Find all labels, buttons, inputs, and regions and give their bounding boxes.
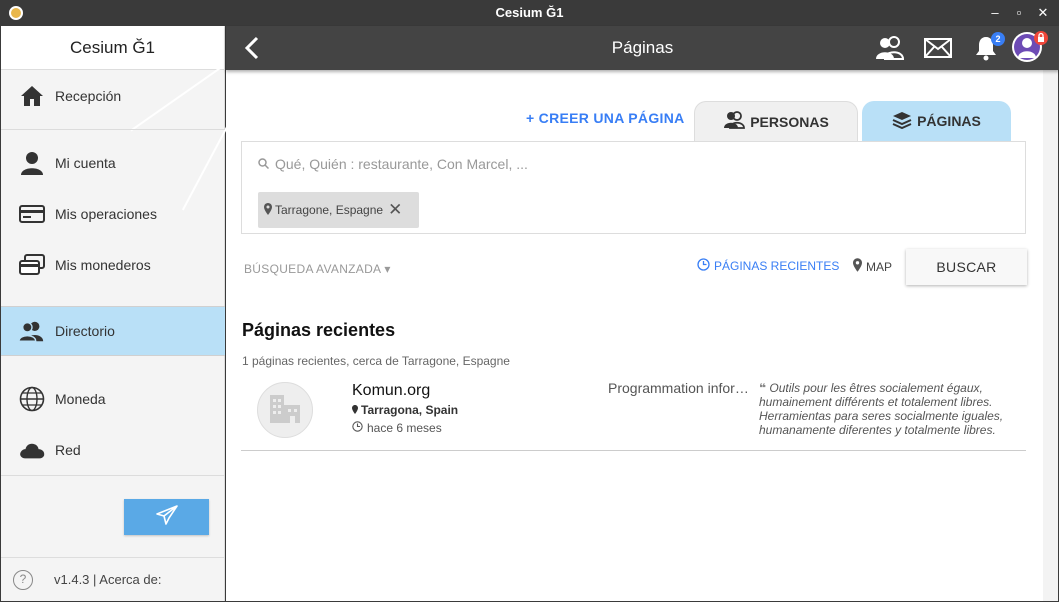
maximize-icon[interactable]: ▫: [1011, 4, 1027, 22]
sidebar-item-moneda[interactable]: Moneda: [1, 374, 225, 424]
contacts-icon[interactable]: [875, 35, 905, 66]
map-link[interactable]: MAP: [853, 258, 892, 275]
cards-icon: [19, 252, 45, 278]
people-icon: [19, 318, 45, 344]
recent-pages-link[interactable]: PÁGINAS RECIENTES: [697, 258, 839, 274]
search-button[interactable]: BUSCAR: [906, 249, 1027, 285]
search-panel: Qué, Quién : restaurante, Con Marcel, ..…: [241, 141, 1026, 234]
home-icon: [19, 83, 45, 109]
sidebar-item-mi-cuenta[interactable]: Mi cuenta: [1, 138, 225, 188]
page-avatar: [257, 382, 313, 438]
plus-icon: +: [526, 110, 539, 126]
sidebar-item-red[interactable]: Red: [1, 425, 225, 475]
advanced-search-toggle[interactable]: BÚSQUEDA AVANZADA ▾: [244, 262, 391, 276]
sidebar-item-recepcion[interactable]: Recepción: [1, 71, 225, 121]
page-category: Programmation informatique: [608, 380, 753, 396]
sidebar-footer: ? v1.4.3 | Acerca de:: [1, 557, 225, 601]
sidebar: Cesium Ğ1 Recepción Mi cuenta Mis operac…: [1, 26, 241, 601]
notification-badge: 2: [991, 32, 1005, 46]
page-location: Tarragona, Spain: [352, 403, 458, 417]
tab-paginas[interactable]: PÁGINAS: [862, 101, 1011, 141]
caret-down-icon: ▾: [384, 262, 391, 276]
section-title: Páginas recientes: [242, 320, 396, 340]
location-chip: Tarragone, Espagne ✕: [258, 192, 419, 228]
sidebar-item-directorio[interactable]: Directorio: [1, 306, 225, 356]
clock-icon: [697, 258, 710, 274]
sidebar-item-label: Mi cuenta: [55, 155, 116, 171]
sidebar-item-mis-monederos[interactable]: Mis monederos: [1, 240, 225, 290]
page-description: ❝ Outils pour les êtres socialement égau…: [759, 381, 1004, 437]
main-header: Páginas 2: [226, 26, 1059, 70]
location-pin-icon: [264, 202, 272, 218]
tab-personas[interactable]: PERSONAS: [694, 101, 858, 141]
help-icon[interactable]: ?: [13, 569, 33, 590]
about-link[interactable]: v1.4.3 | Acerca de:: [54, 572, 161, 587]
mail-icon[interactable]: [924, 38, 952, 63]
search-icon: [258, 156, 270, 172]
scrollbar[interactable]: [1043, 70, 1058, 601]
location-pin-icon: [853, 258, 862, 275]
people-icon: [723, 111, 746, 132]
send-payment-button[interactable]: [124, 499, 209, 535]
sidebar-item-label: Directorio: [55, 323, 115, 339]
sidebar-item-label: Moneda: [55, 391, 106, 407]
sidebar-item-label: Recepción: [55, 88, 122, 104]
cloud-icon: [19, 437, 45, 463]
window-titlebar: Cesium Ğ1 – ▫ ✕: [0, 0, 1059, 26]
card-icon: [19, 201, 45, 227]
paper-plane-icon: [155, 504, 178, 530]
page-name[interactable]: Komun.org: [352, 382, 430, 400]
list-item[interactable]: Komun.org Tarragona, Spain hace 6 meses …: [241, 372, 1026, 451]
remove-location-icon[interactable]: ✕: [388, 200, 402, 220]
lock-icon: [1034, 31, 1048, 50]
layers-icon: [892, 111, 912, 132]
person-icon: [19, 150, 45, 176]
sidebar-title: Cesium Ğ1: [1, 26, 224, 70]
search-input[interactable]: Qué, Quién : restaurante, Con Marcel, ..…: [258, 156, 528, 172]
clock-icon: [352, 421, 363, 435]
create-page-button[interactable]: + CREER UNA PÁGINA: [526, 110, 685, 126]
page-time: hace 6 meses: [352, 421, 442, 435]
sidebar-item-label: Red: [55, 442, 81, 458]
main-content: + CREER UNA PÁGINA PERSONAS PÁGINAS Qué,…: [226, 70, 1043, 601]
location-pin-icon: [352, 403, 358, 417]
divider: [1, 475, 225, 476]
building-icon: [268, 391, 302, 430]
quote-icon: ❝: [759, 381, 770, 395]
divider: [1, 129, 225, 130]
section-subtitle: 1 páginas recientes, cerca de Tarragone,…: [242, 354, 510, 368]
globe-icon: [19, 386, 45, 412]
close-window-icon[interactable]: ✕: [1035, 4, 1051, 22]
window-title: Cesium Ğ1: [495, 5, 564, 20]
minimize-icon[interactable]: –: [987, 4, 1003, 22]
sidebar-item-label: Mis monederos: [55, 257, 151, 273]
sidebar-item-mis-operaciones[interactable]: Mis operaciones: [1, 189, 225, 239]
sidebar-item-label: Mis operaciones: [55, 206, 157, 222]
